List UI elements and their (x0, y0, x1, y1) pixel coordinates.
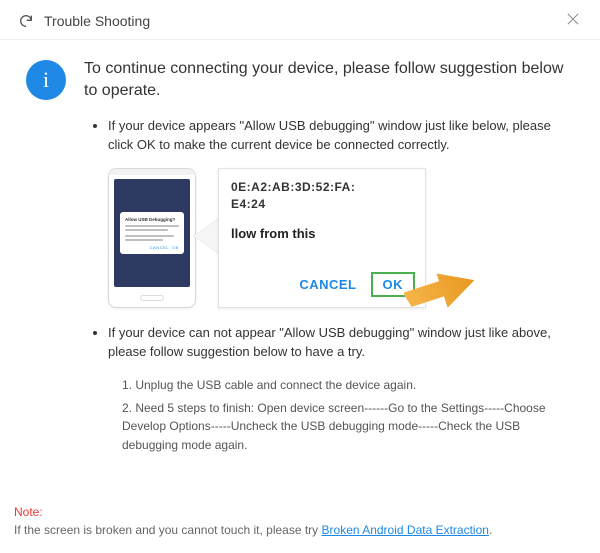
suggestion-list-2: If your device can not appear "Allow USB… (108, 324, 574, 362)
step-2: 2. Need 5 steps to finish: Open device s… (122, 399, 556, 455)
fingerprint-line-1: 0E:A2:AB:3D:52:FA: (231, 179, 413, 195)
fingerprint-line-2: E4:24 (231, 196, 413, 212)
phone-mock: Allow USB Debugging? CANCEL OK (108, 168, 196, 308)
titlebar: Trouble Shooting (0, 0, 600, 40)
steps: 1. Unplug the USB cable and connect the … (122, 376, 556, 454)
note-label: Note: (14, 505, 43, 519)
arrow-icon (404, 272, 484, 308)
phone-popup-title: Allow USB Debugging? (125, 217, 179, 223)
broken-android-link[interactable]: Broken Android Data Extraction (322, 523, 489, 537)
cancel-button[interactable]: CANCEL (299, 277, 356, 292)
dialog-mock: 0E:A2:AB:3D:52:FA: E4:24 llow from this … (218, 168, 426, 308)
title-left: Trouble Shooting (18, 13, 150, 29)
dialog-middle-text: llow from this (231, 226, 413, 243)
footer: Note: If the screen is broken and you ca… (14, 503, 586, 539)
illustration: Allow USB Debugging? CANCEL OK 0E:A2:AB:… (108, 168, 478, 310)
content: i To continue connecting your device, pl… (0, 40, 600, 455)
heading-text: To continue connecting your device, plea… (84, 58, 574, 103)
heading-row: i To continue connecting your device, pl… (26, 58, 574, 103)
info-icon: i (26, 60, 66, 100)
list-item: If your device can not appear "Allow USB… (108, 324, 574, 362)
step-1: 1. Unplug the USB cable and connect the … (122, 376, 556, 395)
window-title: Trouble Shooting (44, 13, 150, 29)
speech-tail (194, 218, 220, 254)
note-text: If the screen is broken and you cannot t… (14, 523, 322, 537)
note-period: . (489, 523, 492, 537)
list-item: If your device appears "Allow USB debugg… (108, 117, 574, 155)
suggestion-list: If your device appears "Allow USB debugg… (108, 117, 574, 155)
refresh-icon (18, 13, 34, 29)
close-icon[interactable] (564, 10, 582, 31)
